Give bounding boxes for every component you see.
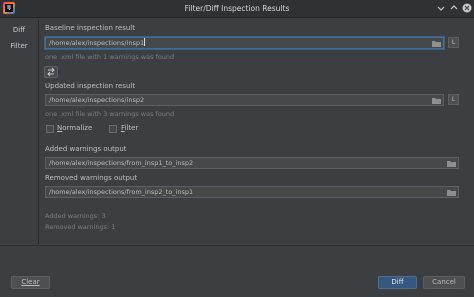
removed-output-field[interactable]: /home/alex/inspections/from_insp2_to_ins… <box>45 186 459 198</box>
normalize-checkbox[interactable] <box>46 125 54 133</box>
sidebar-divider <box>38 20 39 244</box>
baseline-path-field[interactable]: /home/alex/inspections/insp1 <box>45 37 444 49</box>
minimize-icon[interactable] <box>436 3 446 13</box>
maximize-icon[interactable] <box>449 3 459 13</box>
updated-label: Updated inspection result <box>45 82 136 90</box>
sidebar-item-filter[interactable]: Filter <box>0 39 38 53</box>
normalize-label[interactable]: Normalize <box>57 124 92 132</box>
updated-hint: one .xml file with 3 warnings was found <box>45 110 175 118</box>
added-output-label: Added warnings output <box>45 145 127 153</box>
folder-icon[interactable] <box>447 189 456 196</box>
removed-output-value: /home/alex/inspections/from_insp2_to_ins… <box>49 188 194 196</box>
folder-icon[interactable] <box>447 160 456 167</box>
folder-icon[interactable] <box>432 40 441 47</box>
removed-output-label: Removed warnings output <box>45 174 138 182</box>
added-warnings-summary: Added warnings: 3 <box>45 212 106 220</box>
baseline-load-button[interactable]: L <box>448 37 459 48</box>
close-icon[interactable] <box>462 3 472 13</box>
updated-path-field[interactable]: /home/alex/inspections/insp2 <box>45 94 444 106</box>
filter-checkbox[interactable] <box>109 125 117 133</box>
baseline-hint: one .xml file with 1 warnings was found <box>45 53 175 61</box>
baseline-label: Baseline inspection result <box>45 24 135 32</box>
baseline-path-value: /home/alex/inspections/insp1 <box>49 38 146 47</box>
title-bar: IJ Filter/Diff Inspection Results <box>0 0 474 18</box>
added-output-value: /home/alex/inspections/from_insp1_to_ins… <box>49 159 194 167</box>
clear-button[interactable]: Clear <box>11 276 50 289</box>
filter-label[interactable]: Filter <box>121 124 138 132</box>
sidebar: Diff Filter <box>0 17 38 245</box>
diff-button[interactable]: Diff <box>378 276 417 289</box>
window-title: Filter/Diff Inspection Results <box>184 4 290 13</box>
updated-load-button[interactable]: L <box>448 94 459 105</box>
swap-button[interactable] <box>44 66 58 78</box>
clear-button-label: Clear <box>21 278 40 286</box>
added-output-field[interactable]: /home/alex/inspections/from_insp1_to_ins… <box>45 157 459 169</box>
footer-divider <box>0 245 474 246</box>
sidebar-item-diff[interactable]: Diff <box>0 23 38 37</box>
folder-icon[interactable] <box>432 97 441 104</box>
cancel-button[interactable]: Cancel <box>423 276 465 289</box>
removed-warnings-summary: Removed warnings: 1 <box>45 223 116 231</box>
swap-arrows-icon <box>47 67 55 77</box>
updated-path-value: /home/alex/inspections/insp2 <box>49 96 145 104</box>
